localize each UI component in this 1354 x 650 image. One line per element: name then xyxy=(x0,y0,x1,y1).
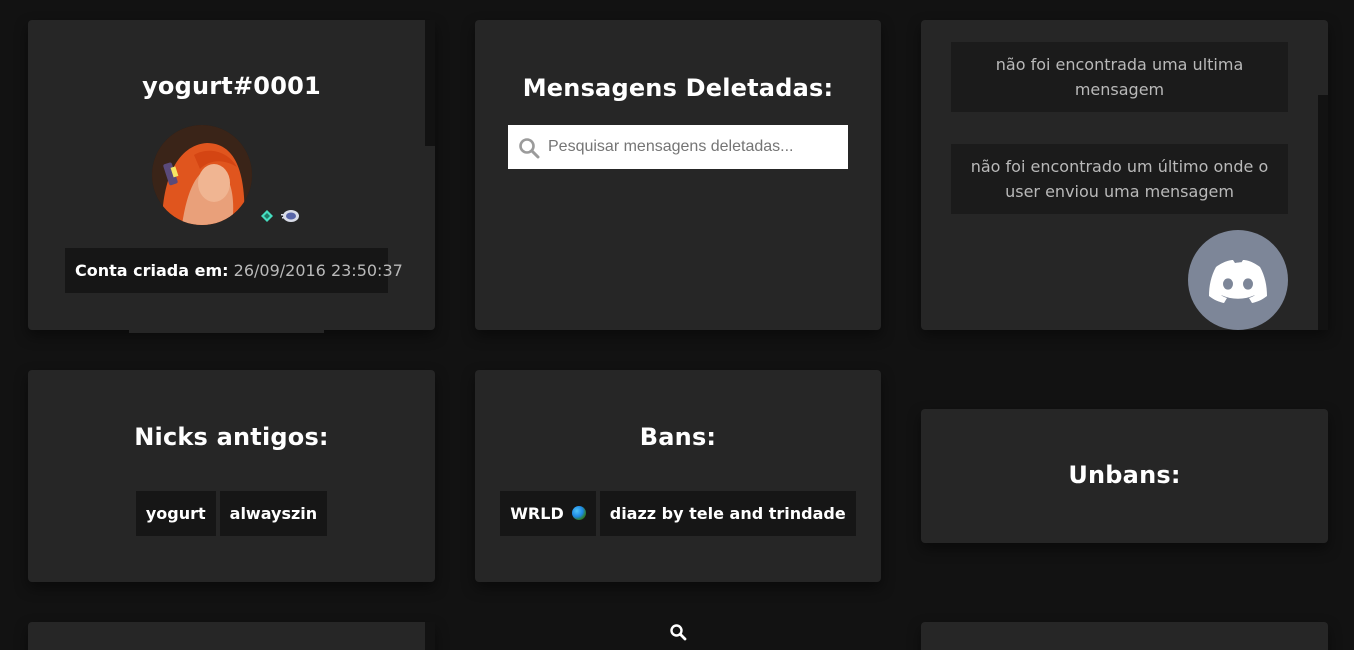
card-bottom-strip xyxy=(129,327,324,333)
old-nicks-card: Nicks antigos: yogurt alwayszin xyxy=(28,370,435,582)
deleted-messages-card: Mensagens Deletadas: xyxy=(475,20,881,330)
card-notch xyxy=(1318,95,1328,330)
hypesquad-balance-icon xyxy=(260,208,274,222)
bottom-card-right xyxy=(921,622,1328,650)
discord-icon[interactable] xyxy=(1188,230,1288,330)
bans-card: Bans: WRLD diazz by tele and trindade xyxy=(475,370,881,582)
avatar[interactable] xyxy=(152,125,252,225)
avatar-image xyxy=(152,125,252,225)
activity-card: não foi encontrada uma ultima mensagem n… xyxy=(921,20,1328,330)
nitro-icon xyxy=(280,208,300,222)
unbans-card: Unbans: xyxy=(921,409,1328,543)
old-nicks-list: yogurt alwayszin xyxy=(28,491,435,536)
ban-chip: diazz by tele and trindade xyxy=(599,491,856,536)
bottom-card-left xyxy=(28,622,435,650)
created-label: Conta criada em: xyxy=(75,261,229,280)
last-message-box: não foi encontrada uma ultima mensagem xyxy=(951,42,1288,112)
page: yogurt#0001 Conta criada em: 26/09/2016 … xyxy=(0,0,1354,650)
profile-card: yogurt#0001 Conta criada em: 26/09/2016 … xyxy=(28,20,435,333)
created-value: 26/09/2016 23:50:37 xyxy=(233,261,403,280)
username: yogurt#0001 xyxy=(142,72,321,100)
card-notch xyxy=(425,622,435,650)
ban-chip: WRLD xyxy=(500,491,596,536)
account-created-box: Conta criada em: 26/09/2016 23:50:37 xyxy=(65,248,403,293)
ban-server-name: WRLD xyxy=(510,504,564,523)
bans-list: WRLD diazz by tele and trindade xyxy=(475,491,881,536)
unbans-title: Unbans: xyxy=(1068,461,1181,489)
nick-chip: alwayszin xyxy=(219,491,328,536)
globe-icon xyxy=(571,506,586,520)
old-nicks-title: Nicks antigos: xyxy=(134,423,329,451)
nick-chip: yogurt xyxy=(135,491,216,536)
badges xyxy=(260,208,300,224)
last-location-box: não foi encontrado um último onde o user… xyxy=(951,144,1288,214)
bans-title: Bans: xyxy=(639,423,717,451)
search-icon xyxy=(518,137,540,159)
search-input[interactable] xyxy=(548,125,844,169)
deleted-messages-title: Mensagens Deletadas: xyxy=(522,74,834,102)
search-icon[interactable] xyxy=(669,623,687,641)
search-box xyxy=(508,125,848,169)
